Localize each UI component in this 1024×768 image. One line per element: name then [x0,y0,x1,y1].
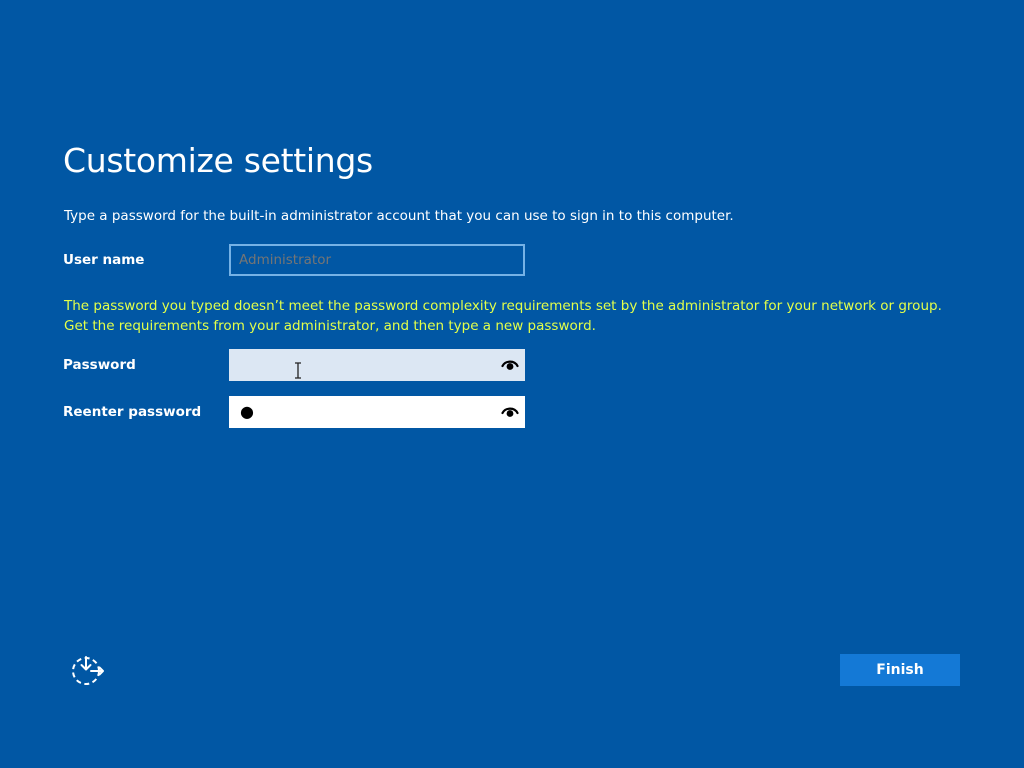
password-field-container [229,349,525,381]
username-field[interactable] [229,244,525,276]
reveal-password-eye-icon[interactable] [501,357,519,373]
password-field[interactable] [229,349,489,381]
reenter-password-field[interactable]: ● [229,396,525,428]
text-cursor-icon [294,362,302,379]
instructions-text: Type a password for the built-in adminis… [64,208,734,224]
password-mask-dot: ● [240,402,254,421]
username-label: User name [63,252,145,268]
reenter-password-label: Reenter password [63,404,202,420]
password-label: Password [63,357,136,373]
reveal-reenter-password-eye-icon[interactable] [501,404,519,420]
ease-of-access-icon[interactable] [70,654,106,686]
page-title: Customize settings [63,141,373,180]
error-message: The password you typed doesn’t meet the … [64,298,942,334]
finish-button[interactable]: Finish [840,654,960,686]
